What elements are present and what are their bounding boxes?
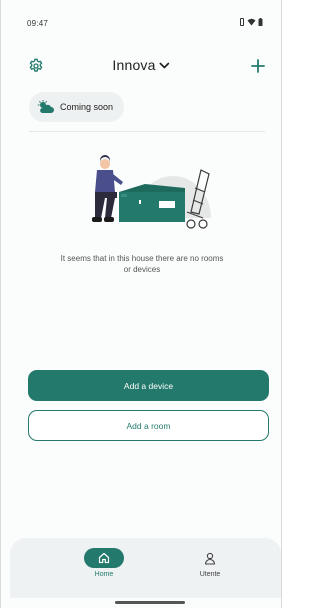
nav-active-indicator — [84, 548, 124, 568]
plus-icon — [251, 59, 265, 73]
vibrate-icon — [240, 18, 244, 26]
nav-label-home: Home — [94, 571, 114, 578]
person-illustration — [92, 155, 123, 222]
house-icon — [98, 552, 110, 564]
nav-item-home[interactable]: Home — [74, 548, 134, 578]
battery-icon — [258, 18, 263, 26]
empty-state-message: It seems that in this house there are no… — [60, 254, 224, 274]
empty-house-illustration — [92, 155, 211, 229]
status-bar: 09:47 — [1, 0, 281, 44]
status-time: 09:47 — [27, 19, 49, 28]
nav-item-utente[interactable]: Utente — [180, 548, 240, 578]
app-screen: 09:47 Innova Coming soon It seems that i… — [0, 0, 282, 608]
gear-icon — [29, 58, 43, 72]
nav-icon-wrap — [190, 548, 230, 568]
weather-label: Coming soon — [60, 102, 114, 112]
chevron-down-icon — [159, 62, 170, 68]
add-device-button[interactable]: Add a device — [28, 370, 269, 401]
divider — [29, 131, 265, 132]
box-illustration — [119, 184, 185, 222]
bottom-navigation: Home Utente — [10, 538, 281, 598]
home-selector[interactable]: Innova — [112, 57, 170, 73]
add-button[interactable] — [247, 55, 269, 77]
wifi-icon — [247, 18, 256, 26]
gesture-navigation-bar[interactable] — [115, 601, 185, 604]
top-app-bar: Innova — [1, 50, 281, 82]
home-name: Innova — [112, 57, 156, 73]
person-icon — [204, 552, 216, 565]
status-icons — [239, 18, 263, 26]
add-room-button[interactable]: Add a room — [28, 410, 269, 441]
weather-chip[interactable]: Coming soon — [29, 92, 125, 122]
nav-label-utente: Utente — [199, 571, 221, 578]
settings-button[interactable] — [25, 55, 47, 77]
partly-cloudy-icon — [37, 100, 54, 113]
